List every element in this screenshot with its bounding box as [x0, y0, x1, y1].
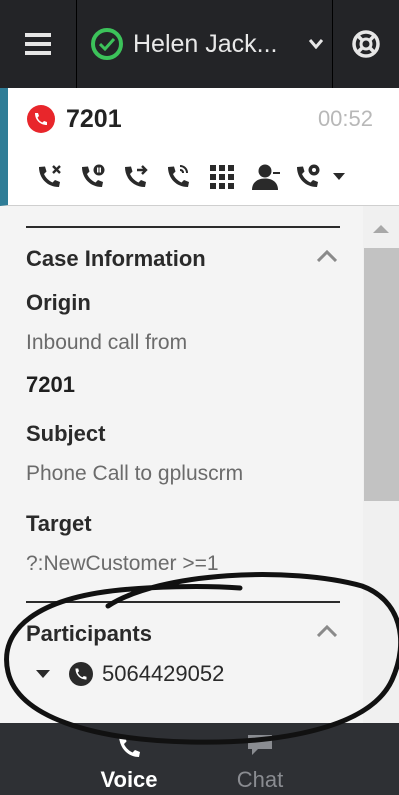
- participant-number: 5064429052: [102, 661, 225, 686]
- scrollbar-thumb[interactable]: [364, 248, 399, 501]
- hold-call-button[interactable]: [71, 160, 114, 194]
- support-button[interactable]: [333, 0, 399, 88]
- phone-icon: [119, 735, 140, 757]
- chat-icon: [248, 735, 272, 755]
- chevron-up-icon[interactable]: [317, 625, 337, 637]
- target-label: Target: [26, 511, 92, 536]
- lifebuoy-icon: [352, 30, 380, 58]
- end-call-button[interactable]: [28, 160, 71, 194]
- consult-call-button[interactable]: [157, 160, 200, 194]
- caret-down-icon[interactable]: [36, 669, 50, 679]
- caret-down-icon: [333, 173, 345, 180]
- participant-row[interactable]: 5064429052: [36, 661, 224, 687]
- tab-voice-label: Voice: [100, 767, 158, 792]
- transfer-call-button[interactable]: [114, 160, 157, 194]
- transfer-call-icon: [124, 165, 148, 187]
- tab-voice[interactable]: Voice: [79, 723, 179, 795]
- call-timer: 00:52: [317, 106, 373, 131]
- agent-name: Helen Jack...: [133, 29, 278, 58]
- check-circle-icon: [91, 28, 123, 60]
- hold-call-icon: [81, 164, 104, 187]
- party-button[interactable]: [243, 160, 286, 194]
- origin-label: Origin: [26, 290, 91, 315]
- chevron-up-icon[interactable]: [317, 250, 337, 262]
- section-divider: [26, 226, 340, 228]
- target-value: ?:NewCustomer >=1: [26, 552, 219, 575]
- menu-button[interactable]: [0, 0, 77, 88]
- section-divider: [26, 601, 340, 603]
- record-call-button[interactable]: [286, 160, 329, 194]
- consult-call-icon: [167, 165, 189, 187]
- subject-value: Phone Call to gpluscrm: [26, 462, 244, 485]
- record-call-icon: [296, 164, 319, 187]
- call-toolbar: [28, 160, 349, 194]
- case-information-title: Case Information: [26, 246, 206, 271]
- tab-chat-label: Chat: [236, 767, 284, 792]
- chevron-down-icon: [309, 39, 323, 49]
- tab-chat[interactable]: Chat: [210, 723, 310, 795]
- subject-label: Subject: [26, 421, 106, 446]
- case-panel[interactable]: Case Information Origin Inbound call fro…: [0, 206, 399, 723]
- phone-call-icon: [69, 662, 93, 686]
- end-call-icon: [38, 165, 61, 187]
- call-number: 7201: [66, 104, 122, 133]
- origin-number: 7201: [26, 372, 75, 397]
- bottom-tab-bar: Voice Chat: [0, 723, 399, 795]
- hamburger-icon: [25, 33, 51, 55]
- call-header: 7201: [26, 104, 122, 134]
- more-actions-button[interactable]: [329, 160, 349, 194]
- origin-value: Inbound call from: [26, 331, 188, 354]
- active-call-card[interactable]: 7201 00:52: [0, 88, 399, 206]
- dialpad-button[interactable]: [200, 160, 243, 194]
- top-bar: Helen Jack...: [0, 0, 399, 88]
- party-icon: [251, 164, 280, 190]
- scroll-up-icon[interactable]: [371, 224, 391, 234]
- dialpad-icon: [209, 165, 234, 189]
- participants-title: Participants: [26, 621, 152, 646]
- inbound-call-icon: [27, 105, 55, 133]
- agent-status-dropdown[interactable]: Helen Jack...: [77, 0, 333, 88]
